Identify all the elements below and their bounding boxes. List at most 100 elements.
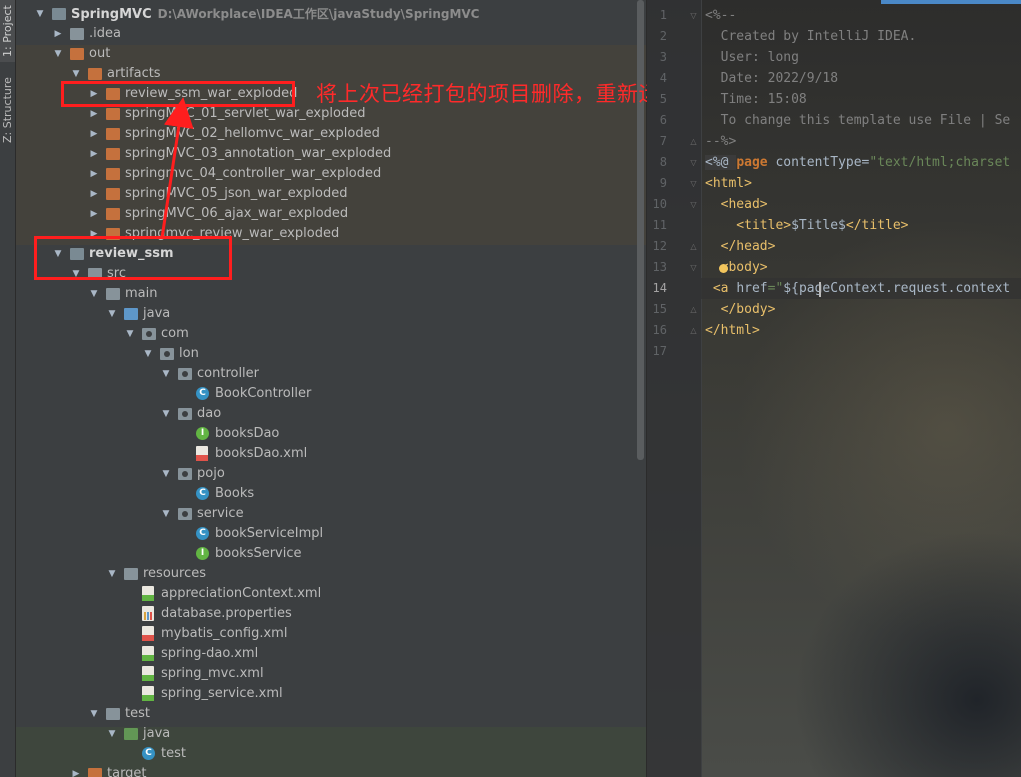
- collapse-arrow-icon[interactable]: ▼: [34, 4, 46, 24]
- fold-marker-icon[interactable]: △: [689, 320, 698, 341]
- tree-row[interactable]: ▼ out: [16, 44, 636, 64]
- fold-marker-icon[interactable]: △: [689, 236, 698, 257]
- line-number: 11: [652, 218, 667, 232]
- fold-marker-icon[interactable]: ▽: [689, 152, 698, 173]
- tree-row[interactable]: ▶ springMVC_05_json_war_exploded: [16, 184, 636, 204]
- tree-row[interactable]: ▼ com: [16, 324, 636, 344]
- tree-row[interactable]: ▼ lon: [16, 344, 636, 364]
- tree-item-text: main: [125, 286, 158, 301]
- fold-marker-icon[interactable]: ▽: [689, 173, 698, 194]
- project-tool-tab[interactable]: 1: Project: [0, 0, 15, 62]
- expand-arrow-icon[interactable]: ▶: [88, 184, 100, 204]
- tree-row[interactable]: ▶ springmvc_04_controller_war_exploded: [16, 164, 636, 184]
- collapse-arrow-icon[interactable]: ▼: [106, 304, 118, 324]
- tree-row[interactable]: spring_mvc.xml: [16, 664, 636, 684]
- tree-row[interactable]: CbookServiceImpl: [16, 524, 636, 544]
- code-line[interactable]: Created by IntelliJ IDEA.: [705, 26, 917, 47]
- code-editor[interactable]: 1 ▽ 2 3 4 5 6 7 △ 8 ▽ 9 ▽ 10 ▽ 11 12 △ 13 ▽ 14 15 △ 16 △ 17 <%-- …: [647, 0, 1021, 777]
- collapse-arrow-icon[interactable]: ▼: [160, 364, 172, 384]
- collapse-arrow-icon[interactable]: ▼: [160, 504, 172, 524]
- collapse-arrow-icon[interactable]: ▼: [106, 724, 118, 744]
- lightbulb-icon[interactable]: [719, 264, 728, 273]
- expand-arrow-icon[interactable]: ▶: [70, 764, 82, 777]
- structure-tool-tab[interactable]: Z: Structure: [0, 70, 15, 150]
- tree-item-label: springMVC_03_annotation_war_exploded: [125, 144, 391, 164]
- collapse-arrow-icon[interactable]: ▼: [106, 564, 118, 584]
- code-line[interactable]: <a href="${pageContext.request.context: [705, 278, 1010, 299]
- code-line[interactable]: <%@ page contentType="text/html;charset: [705, 152, 1010, 173]
- fold-marker-icon[interactable]: △: [689, 299, 698, 320]
- tree-row[interactable]: ▼ test: [16, 704, 636, 724]
- tree-item-text: springMVC_05_json_war_exploded: [125, 186, 348, 201]
- tree-row[interactable]: ▼ service: [16, 504, 636, 524]
- collapse-arrow-icon[interactable]: ▼: [142, 344, 154, 364]
- tree-row[interactable]: Ctest: [16, 744, 636, 764]
- test-folder-icon: [124, 728, 138, 740]
- tree-row[interactable]: IbooksService: [16, 544, 636, 564]
- tree-row[interactable]: spring_service.xml: [16, 684, 636, 704]
- tree-row[interactable]: spring-dao.xml: [16, 644, 636, 664]
- collapse-arrow-icon[interactable]: ▼: [160, 404, 172, 424]
- collapse-arrow-icon[interactable]: ▼: [88, 284, 100, 304]
- line-number-gutter: 1 ▽ 2 3 4 5 6 7 △ 8 ▽ 9 ▽ 10 ▽ 11 12 △ 13 ▽ 14 15 △ 16 △ 17: [647, 0, 702, 777]
- tree-row[interactable]: mybatis_config.xml: [16, 624, 636, 644]
- expand-arrow-icon[interactable]: ▶: [88, 164, 100, 184]
- code-line[interactable]: </body>: [705, 299, 776, 320]
- expand-arrow-icon[interactable]: ▶: [88, 144, 100, 164]
- code-line[interactable]: <html>: [705, 173, 752, 194]
- expand-arrow-icon[interactable]: ▶: [88, 204, 100, 224]
- tree-row[interactable]: appreciationContext.xml: [16, 584, 636, 604]
- collapse-arrow-icon[interactable]: ▼: [124, 324, 136, 344]
- code-line[interactable]: User: long: [705, 47, 799, 68]
- tree-row[interactable]: booksDao.xml: [16, 444, 636, 464]
- tree-item-text: artifacts: [107, 66, 161, 81]
- tree-row[interactable]: ▼ java: [16, 304, 636, 324]
- tree-scrollbar[interactable]: [637, 0, 644, 460]
- collapse-arrow-icon[interactable]: ▼: [52, 44, 64, 64]
- file-icon-mark: [142, 635, 154, 641]
- tree-row[interactable]: ▼ dao: [16, 404, 636, 424]
- collapse-arrow-icon[interactable]: ▼: [160, 464, 172, 484]
- code-token: Time: 15:08: [705, 92, 807, 107]
- code-line[interactable]: </head>: [705, 236, 776, 257]
- fold-marker-icon[interactable]: ▽: [689, 257, 698, 278]
- code-line[interactable]: <body>: [705, 257, 768, 278]
- tree-row[interactable]: ▼ SpringMVC D:\AWorkplace\IDEA工作区\javaStud…: [16, 4, 636, 24]
- tree-row[interactable]: IbooksDao: [16, 424, 636, 444]
- expand-arrow-icon[interactable]: ▶: [88, 104, 100, 124]
- code-line[interactable]: <head>: [705, 194, 768, 215]
- code-line[interactable]: <%--: [705, 5, 736, 26]
- fold-marker-icon[interactable]: ▽: [689, 194, 698, 215]
- tree-row[interactable]: ▶ springMVC_06_ajax_war_exploded: [16, 204, 636, 224]
- tree-item-text: booksDao: [215, 426, 280, 441]
- collapse-arrow-icon[interactable]: ▼: [88, 704, 100, 724]
- code-line[interactable]: Time: 15:08: [705, 89, 807, 110]
- fold-marker-icon[interactable]: △: [689, 131, 698, 152]
- expand-arrow-icon[interactable]: ▶: [88, 124, 100, 144]
- fold-marker-icon[interactable]: ▽: [689, 5, 698, 26]
- tree-row[interactable]: ▼ pojo: [16, 464, 636, 484]
- tree-item-label: target: [107, 764, 147, 777]
- code-line[interactable]: To change this template use File | Se: [705, 110, 1011, 131]
- tree-row[interactable]: C BookController: [16, 384, 636, 404]
- tree-row[interactable]: ▶ springMVC_02_hellomvc_war_exploded: [16, 124, 636, 144]
- tree-row[interactable]: ▶ springMVC_03_annotation_war_exploded: [16, 144, 636, 164]
- tree-item-text: resources: [143, 566, 207, 581]
- tree-row[interactable]: ▶ target: [16, 764, 636, 777]
- tree-row[interactable]: ▶ .idea: [16, 24, 636, 44]
- tree-item-label: springMVC_05_json_war_exploded: [125, 184, 348, 204]
- code-line[interactable]: <title>$Title$</title>: [705, 215, 908, 236]
- java-class-icon: C: [196, 487, 209, 500]
- java-class-icon: C: [196, 527, 209, 540]
- expand-arrow-icon[interactable]: ▶: [52, 24, 64, 44]
- tree-row[interactable]: ▼ resources: [16, 564, 636, 584]
- tree-row[interactable]: ▼ main: [16, 284, 636, 304]
- java-interface-icon: I: [196, 547, 209, 560]
- code-line[interactable]: </html>: [705, 320, 760, 341]
- tree-row[interactable]: C Books: [16, 484, 636, 504]
- tree-row[interactable]: ▼ java: [16, 724, 636, 744]
- code-line[interactable]: --%>: [705, 131, 736, 152]
- tree-row[interactable]: ▼ controller: [16, 364, 636, 384]
- tree-row[interactable]: database.properties: [16, 604, 636, 624]
- code-line[interactable]: Date: 2022/9/18: [705, 68, 838, 89]
